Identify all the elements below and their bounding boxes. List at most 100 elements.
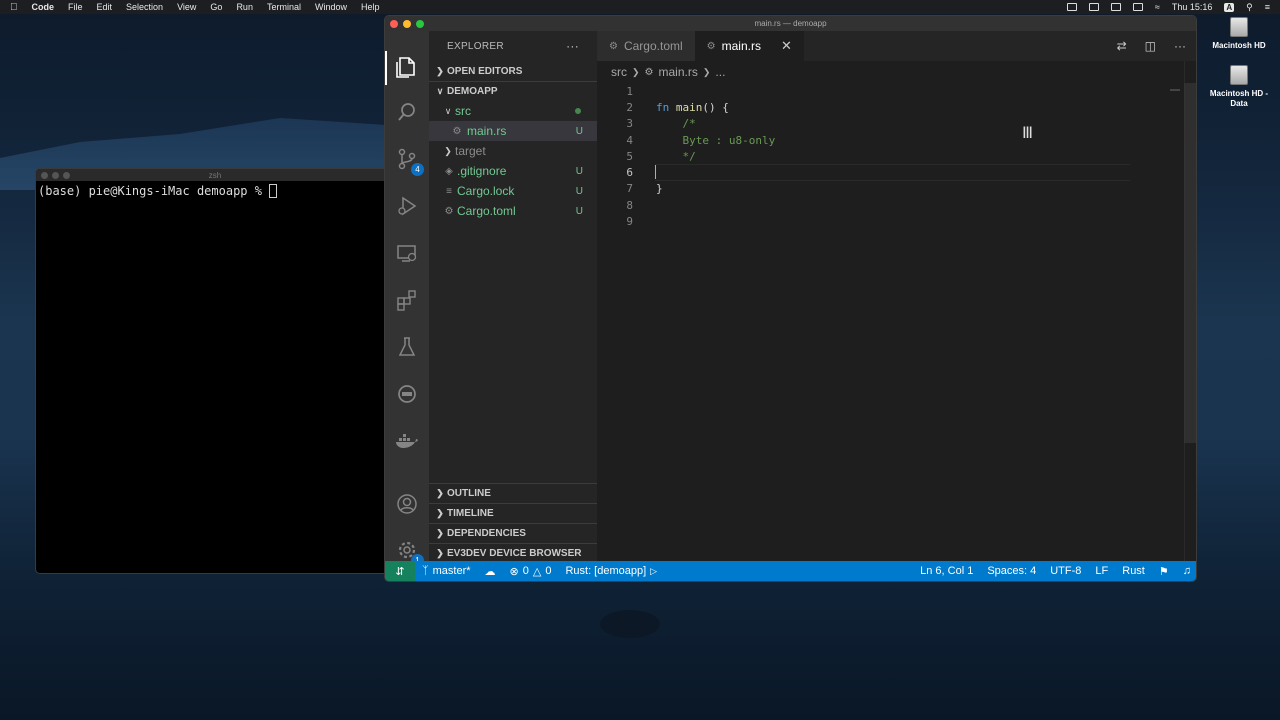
menu-window[interactable]: Window [315, 2, 347, 12]
menu-edit[interactable]: Edit [97, 2, 113, 12]
breadcrumb-file[interactable]: main.rs [659, 65, 698, 79]
tab-cargo-toml[interactable]: ⚙ Cargo.toml [597, 31, 695, 61]
tree-folder-target[interactable]: ❯ target [429, 141, 597, 161]
breadcrumb-more[interactable]: ... [715, 65, 725, 79]
notifications-bell-icon[interactable]: ♫ [1176, 565, 1196, 577]
section-outline[interactable]: ❯ OUTLINE [429, 483, 597, 503]
end-of-line[interactable]: LF [1088, 565, 1115, 577]
code-comment: */ [656, 149, 696, 163]
menu-terminal[interactable]: Terminal [267, 2, 301, 12]
section-open-editors[interactable]: ❯ OPEN EDITORS [429, 61, 597, 81]
tree-folder-src[interactable]: ∨ src [429, 101, 597, 121]
tree-file-main-rs[interactable]: ⚙ main.rs U [429, 121, 597, 141]
terminal-titlebar[interactable]: zsh [36, 169, 394, 181]
open-changes-icon[interactable]: ⇄ [1117, 39, 1127, 53]
explorer-icon[interactable] [395, 55, 419, 79]
remote-indicator-icon[interactable]: ⇵ [385, 561, 415, 581]
tree-file-gitignore[interactable]: ◈ .gitignore U [429, 161, 597, 181]
testing-flask-icon[interactable] [395, 336, 419, 360]
more-actions-icon[interactable]: ··· [1174, 39, 1186, 53]
code-line: 2 fn main() { [597, 99, 1196, 115]
line-number: 3 [626, 117, 633, 131]
section-ev3dev-device-browser[interactable]: ❯ EV3DEV DEVICE BROWSER [429, 543, 597, 563]
git-status: U [575, 125, 583, 137]
input-source-icon[interactable]: A [1224, 2, 1235, 12]
line-number: 9 [626, 215, 633, 229]
tree-item-label: target [455, 144, 486, 158]
rust-run-button[interactable]: Rust: [demoapp] ▷ [558, 565, 664, 577]
menu-go[interactable]: Go [210, 2, 222, 12]
section-dependencies[interactable]: ❯ DEPENDENCIES [429, 523, 597, 543]
line-number: 6 [626, 166, 633, 180]
tab-main-rs[interactable]: ⚙ main.rs ✕ [694, 31, 804, 61]
screen-record-icon[interactable] [1066, 3, 1077, 11]
git-branch[interactable]: ᛉ master* [415, 565, 478, 577]
sync-button[interactable]: ☁ [478, 565, 503, 578]
ev3dev-icon[interactable] [395, 383, 419, 407]
code-line: 9 [597, 213, 1196, 229]
menu-help[interactable]: Help [361, 2, 380, 12]
branch-label: master* [432, 565, 471, 577]
wifi-icon[interactable]: ≈ [1155, 2, 1160, 12]
section-label: OPEN EDITORS [447, 65, 523, 77]
problems-indicator[interactable]: ⊗ 0 △ 0 [503, 565, 559, 578]
run-debug-icon[interactable] [395, 195, 419, 219]
tree-file-cargo-lock[interactable]: ≡ Cargo.lock U [429, 181, 597, 201]
control-center-icon[interactable]: ≡ [1265, 2, 1270, 12]
menubar-clock[interactable]: Thu 15:16 [1172, 2, 1213, 12]
terminal-window[interactable]: zsh (base) pie@Kings-iMac demoapp % [35, 168, 395, 574]
indentation[interactable]: Spaces: 4 [980, 565, 1043, 577]
rust-icon: ⚙ [644, 66, 654, 78]
section-label: EV3DEV DEVICE BROWSER [447, 548, 582, 559]
display-icon[interactable] [1088, 3, 1099, 11]
search-icon[interactable] [395, 101, 419, 125]
menubar-status-area: ≈ Thu 15:16 A ⚲ ≡ [1066, 2, 1270, 13]
desktop-disk-macintosh-hd-data[interactable]: Macintosh HD - Data [1204, 65, 1274, 109]
apple-icon[interactable]:  [10, 2, 18, 13]
play-icon: ▷ [650, 565, 658, 576]
menu-file[interactable]: File [68, 2, 83, 12]
remote-explorer-icon[interactable] [395, 242, 419, 266]
breadcrumb-folder[interactable]: src [611, 65, 627, 79]
menu-run[interactable]: Run [236, 2, 253, 12]
extensions-icon[interactable] [395, 289, 419, 313]
menu-extra-icon[interactable] [1110, 3, 1121, 11]
minimap[interactable] [1170, 89, 1180, 91]
terminal-body[interactable]: (base) pie@Kings-iMac demoapp % [36, 181, 394, 201]
vscode-titlebar[interactable]: main.rs — demoapp [385, 16, 1196, 31]
language-mode[interactable]: Rust [1115, 565, 1152, 577]
menu-view[interactable]: View [177, 2, 196, 12]
manage-gear-icon[interactable]: 1 [395, 539, 424, 567]
split-editor-icon[interactable]: ◫ [1145, 39, 1156, 53]
menu-selection[interactable]: Selection [126, 2, 163, 12]
encoding[interactable]: UTF-8 [1043, 565, 1088, 577]
account-icon[interactable] [395, 493, 419, 517]
chevron-right-icon: ❯ [444, 145, 452, 156]
section-label: OUTLINE [447, 488, 491, 499]
code-editor[interactable]: 1 2 fn main() { 3 /* 4 Byte : u8-only 5 … [597, 83, 1196, 563]
code-line: 3 /* [597, 116, 1196, 132]
close-tab-icon[interactable]: ✕ [781, 38, 792, 54]
terminal-title: zsh [208, 170, 222, 180]
tab-label: Cargo.toml [623, 39, 683, 53]
section-timeline[interactable]: ❯ TIMELINE [429, 503, 597, 523]
feedback-icon[interactable]: ⚑ [1152, 565, 1176, 578]
rust-label: Rust: [demoapp] [565, 565, 647, 577]
tree-file-cargo-toml[interactable]: ⚙ Cargo.toml U [429, 201, 597, 221]
docker-icon[interactable] [395, 430, 419, 454]
section-label: DEPENDENCIES [447, 528, 526, 539]
scrollbar-thumb[interactable] [1184, 83, 1196, 443]
source-control-icon[interactable]: 4 [395, 148, 424, 176]
battery-icon[interactable] [1132, 3, 1143, 11]
search-icon[interactable]: ⚲ [1246, 2, 1253, 13]
desktop-disk-macintosh-hd[interactable]: Macintosh HD [1204, 17, 1274, 51]
line-number: 4 [626, 133, 633, 147]
editor-actions: ⇄ ◫ ··· [1117, 31, 1186, 61]
section-demoapp[interactable]: ∨ DEMOAPP [429, 81, 597, 101]
sidebar-bottom-sections: ❯ OUTLINE ❯ TIMELINE ❯ DEPENDENCIES ❯ EV… [429, 483, 597, 563]
more-actions-icon[interactable]: ··· [566, 39, 579, 53]
cursor-position[interactable]: Ln 6, Col 1 [913, 565, 980, 577]
chevron-right-icon: ❯ [436, 488, 444, 498]
text-caret [655, 165, 656, 180]
menu-app-name[interactable]: Code [32, 2, 55, 12]
